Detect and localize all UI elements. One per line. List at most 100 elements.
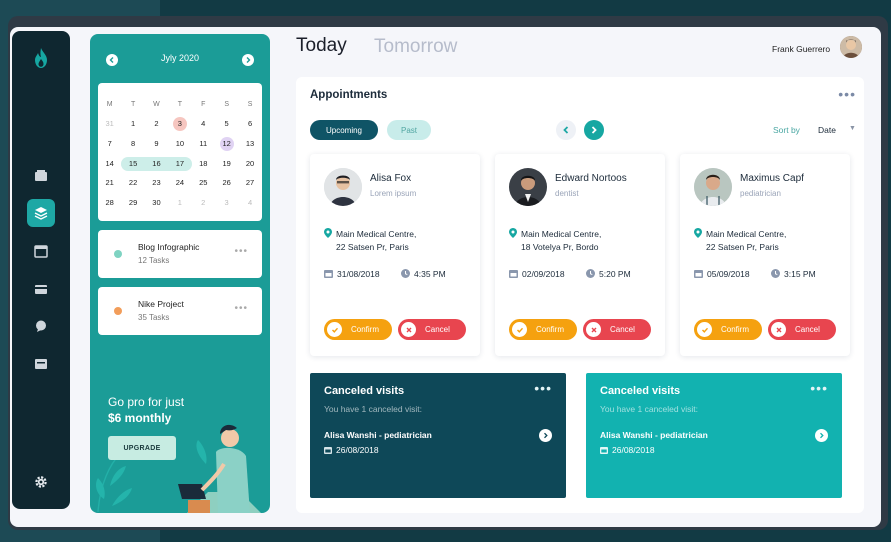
doctor-name[interactable]: Maximus Capf	[740, 173, 804, 184]
calendar-day[interactable]: 20	[238, 157, 261, 171]
calendar-day[interactable]: 9	[145, 137, 168, 151]
calendar-day[interactable]: 3	[168, 117, 191, 132]
weekday-label: T	[177, 100, 182, 108]
calendar-day[interactable]: 8	[121, 137, 144, 151]
calendar-day[interactable]: 6	[238, 117, 261, 131]
calendar-day[interactable]: 27	[238, 176, 261, 190]
sidebar-item-messages[interactable]	[27, 312, 55, 340]
settings-button[interactable]	[27, 468, 55, 496]
canceled-visit-name[interactable]: Alisa Wanshi - pediatrician	[600, 430, 708, 440]
more-options-icon[interactable]: •••	[534, 380, 552, 396]
calendar-day-number: 3	[224, 197, 229, 207]
sidebar-item-archive[interactable]	[27, 350, 55, 378]
calendar-day[interactable]: 30	[145, 196, 168, 210]
calendar-day[interactable]: 28	[98, 196, 121, 210]
calendar-day[interactable]: 18	[192, 157, 215, 171]
cancel-button[interactable]: Cancel	[398, 319, 466, 340]
calendar-day[interactable]: 15	[121, 156, 145, 171]
calendar-week-row: 31 1 2 3 4 5 6	[98, 115, 262, 135]
calendar-day[interactable]: 2	[192, 196, 215, 210]
canceled-visits-title: Canceled visits	[324, 385, 405, 397]
sidebar-item-calendar[interactable]	[27, 237, 55, 265]
check-icon	[697, 322, 712, 337]
calendar-day-number: 26	[222, 178, 231, 188]
gear-icon	[35, 476, 47, 488]
confirm-button[interactable]: Confirm	[324, 319, 392, 340]
task-status-dot	[114, 307, 122, 315]
calendar-day[interactable]: 26	[215, 176, 238, 190]
calendar-day[interactable]: 25	[192, 176, 215, 190]
appointment-card: Maximus Capf pediatrician Main Medical C…	[680, 154, 850, 356]
calendar-day-number: 22	[128, 178, 138, 188]
confirm-label: Confirm	[721, 325, 750, 334]
calendar-day[interactable]: 2	[145, 117, 168, 131]
sidebar-item-inbox[interactable]	[27, 162, 55, 190]
calendar-day[interactable]: 31	[98, 117, 121, 131]
open-visit-button[interactable]	[539, 429, 552, 442]
calendar-day[interactable]: 14	[98, 157, 121, 171]
calendar-day[interactable]: 12	[215, 136, 238, 151]
calendar-day[interactable]: 4	[238, 196, 261, 210]
more-options-icon[interactable]: •••	[234, 303, 248, 314]
appointment-time: 4:35 PM	[414, 269, 446, 279]
chevron-down-icon[interactable]: ▼	[849, 125, 856, 132]
inbox-icon	[35, 170, 47, 181]
task-card[interactable]: Blog Infographic 12 Tasks •••	[98, 230, 262, 278]
confirm-button[interactable]: Confirm	[509, 319, 577, 340]
cancel-button[interactable]: Cancel	[768, 319, 836, 340]
doctor-name[interactable]: Alisa Fox	[370, 173, 411, 184]
calendar-day[interactable]: 24	[168, 176, 191, 190]
next-page-button[interactable]	[584, 120, 604, 140]
prev-page-button[interactable]	[556, 120, 576, 140]
sidebar-item-layers[interactable]	[27, 199, 55, 227]
tab-today[interactable]: Today	[296, 35, 347, 57]
chevron-left-icon	[563, 126, 569, 134]
calendar-day[interactable]: 1	[121, 117, 144, 131]
sidebar-item-cards[interactable]	[27, 275, 55, 303]
calendar-next-button[interactable]	[242, 54, 254, 66]
user-name[interactable]: Frank Guerrero	[772, 44, 830, 54]
calendar-day[interactable]: 13	[238, 137, 261, 151]
calendar-day[interactable]: 21	[98, 176, 121, 190]
task-card[interactable]: Nike Project 35 Tasks •••	[98, 287, 262, 335]
cancel-button[interactable]: Cancel	[583, 319, 651, 340]
doctor-photo-icon	[324, 168, 362, 206]
user-avatar-icon	[840, 36, 862, 58]
calendar-day[interactable]: 5	[215, 117, 238, 131]
calendar-day[interactable]: 22	[121, 176, 144, 190]
confirm-button[interactable]: Confirm	[694, 319, 762, 340]
tab-tomorrow[interactable]: Tomorrow	[374, 36, 457, 58]
calendar-day[interactable]: 3	[215, 196, 238, 210]
calendar-day-number: 18	[199, 158, 208, 168]
doctor-name[interactable]: Edward Nortoos	[555, 173, 627, 184]
doctor-photo-icon	[694, 168, 732, 206]
calendar-day[interactable]: 4	[192, 117, 215, 131]
calendar-day[interactable]: 16	[144, 156, 169, 171]
more-options-icon[interactable]: •••	[234, 246, 248, 257]
avatar[interactable]	[840, 36, 862, 58]
upgrade-button[interactable]: UPGRADE	[108, 436, 176, 460]
open-visit-button[interactable]	[815, 429, 828, 442]
sort-select[interactable]: Date	[818, 125, 836, 135]
location-pin-icon	[509, 228, 517, 238]
more-options-icon[interactable]: •••	[810, 380, 828, 396]
more-options-icon[interactable]: •••	[838, 86, 856, 102]
calendar-day[interactable]: 17	[168, 156, 192, 171]
filter-past[interactable]: Past	[387, 120, 431, 140]
canceled-visit-name[interactable]: Alisa Wanshi - pediatrician	[324, 430, 432, 440]
calendar-day[interactable]: 1	[168, 196, 191, 210]
calendar-small-icon	[324, 447, 332, 454]
address-line-2: 22 Satsen Pr, Paris	[706, 242, 779, 252]
calendar-day[interactable]: 19	[215, 157, 238, 171]
calendar-day[interactable]: 7	[98, 137, 121, 151]
clock-icon	[401, 269, 410, 278]
chevron-right-icon	[820, 432, 824, 439]
calendar-day[interactable]: 29	[121, 196, 144, 210]
calendar-day[interactable]: 10	[168, 137, 191, 151]
calendar-day[interactable]: 11	[192, 137, 215, 151]
address-line-2: 22 Satsen Pr, Paris	[336, 242, 409, 252]
calendar-day[interactable]: 23	[145, 176, 168, 190]
calendar-day-number: 4	[201, 119, 206, 129]
canceled-visits-card: Canceled visits ••• You have 1 canceled …	[586, 373, 842, 498]
filter-upcoming[interactable]: Upcoming	[310, 120, 378, 140]
